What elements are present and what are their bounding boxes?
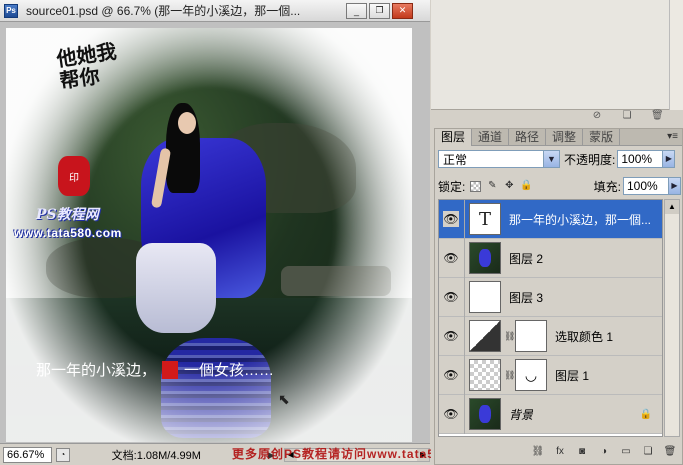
layer-row-background[interactable]: 👁 背景 🔒 bbox=[439, 394, 662, 434]
layer-row-selective-color[interactable]: 👁 ⛓ 选取颜色 1 bbox=[439, 316, 662, 356]
move-cursor-icon: ⬉ bbox=[278, 391, 290, 407]
caption-text: 那一年的小溪边， 一個女孩…… bbox=[36, 359, 274, 380]
eye-icon[interactable]: 👁 bbox=[443, 367, 459, 383]
red-seal: 印 bbox=[58, 156, 90, 196]
layer-name[interactable]: 图层 2 bbox=[509, 250, 543, 267]
lock-icon: 🔒 bbox=[639, 408, 652, 420]
layer-row-1[interactable]: 👁 ⛓ ◡ 图层 1 bbox=[439, 355, 662, 395]
text-layer-thumbnail: T bbox=[469, 203, 501, 235]
panel-menu-icon[interactable]: ▾≡ bbox=[667, 129, 682, 145]
layer-name[interactable]: 图层 3 bbox=[509, 289, 543, 306]
layers-panel: 图层 通道 路径 调整 蒙版 ▾≡ 正常 ▼ 不透明度: 100% ▶ 锁定: … bbox=[434, 128, 683, 465]
fill-slider-arrow-icon[interactable]: ▶ bbox=[669, 177, 681, 195]
layers-scrollbar[interactable]: ▲ bbox=[664, 199, 680, 437]
eye-icon[interactable]: 👁 bbox=[443, 289, 459, 305]
restore-button[interactable]: ❐ bbox=[369, 2, 390, 19]
blend-mode-select[interactable]: 正常 ▼ bbox=[438, 150, 560, 168]
status-info-icon[interactable]: ◔ bbox=[55, 447, 70, 462]
window-controls: _ ❐ ✕ bbox=[346, 2, 413, 19]
layer-mask-thumbnail[interactable]: ◡ bbox=[515, 359, 547, 391]
tab-layers[interactable]: 图层 bbox=[435, 129, 473, 146]
chevron-down-icon[interactable]: ▼ bbox=[543, 151, 559, 167]
eye-icon[interactable]: 👁 bbox=[443, 250, 459, 266]
layer-name[interactable]: 选取颜色 1 bbox=[555, 328, 613, 345]
trash-icon[interactable]: 🗑 bbox=[651, 110, 664, 122]
layer-row-3[interactable]: 👁 图层 3 bbox=[439, 277, 662, 317]
tab-channels[interactable]: 通道 bbox=[472, 129, 510, 146]
new-item-icon[interactable]: ❏ bbox=[621, 110, 633, 122]
tab-adjustments[interactable]: 调整 bbox=[546, 129, 584, 146]
layer-mask-thumbnail[interactable] bbox=[515, 320, 547, 352]
eye-icon[interactable]: 👁 bbox=[443, 211, 459, 227]
canvas-area[interactable]: 他她我帮你 印 PS教程网 www.tata580.com 那一年的小溪边， 一… bbox=[0, 22, 430, 443]
layer-thumbnail bbox=[469, 242, 501, 274]
document-image[interactable]: 他她我帮你 印 PS教程网 www.tata580.com 那一年的小溪边， 一… bbox=[6, 28, 412, 442]
layer-thumbnail bbox=[469, 398, 501, 430]
close-button[interactable]: ✕ bbox=[392, 2, 413, 19]
lock-transparent-icon[interactable] bbox=[470, 180, 482, 192]
eye-icon[interactable]: 👁 bbox=[443, 406, 459, 422]
blend-mode-value: 正常 bbox=[443, 152, 468, 167]
adjustment-icon[interactable]: ◑ bbox=[597, 445, 611, 459]
link-icon[interactable]: ⛓ bbox=[504, 331, 515, 342]
lock-label: 锁定: bbox=[438, 179, 466, 194]
link-icon[interactable]: ⛓ bbox=[504, 370, 515, 381]
logo-text: PS教程网 bbox=[36, 207, 99, 223]
document-window: Ps source01.psd @ 66.7% (那一年的小溪边，那一個... … bbox=[0, 0, 431, 465]
fx-icon[interactable]: fx bbox=[553, 445, 567, 459]
calligraphy-text: 他她我帮你 bbox=[55, 39, 118, 93]
panel-tabs: 图层 通道 路径 调整 蒙版 ▾≡ bbox=[435, 129, 682, 146]
zoom-field[interactable]: 66.67% bbox=[3, 446, 52, 463]
document-title: source01.psd @ 66.7% (那一年的小溪边，那一個... bbox=[26, 4, 301, 18]
logo-url: www.tata580.com bbox=[14, 226, 122, 240]
scroll-up-icon[interactable]: ▲ bbox=[665, 200, 679, 214]
layer-name[interactable]: 那一年的小溪边，那一個... bbox=[509, 211, 651, 228]
photoshop-icon: Ps bbox=[4, 3, 18, 18]
tab-masks[interactable]: 蒙版 bbox=[583, 129, 621, 146]
layer-row-2[interactable]: 👁 图层 2 bbox=[439, 238, 662, 278]
layer-name[interactable]: 图层 1 bbox=[555, 367, 589, 384]
clear-icon[interactable]: ⊘ bbox=[591, 110, 603, 122]
blend-row: 正常 ▼ 不透明度: 100% ▶ bbox=[438, 150, 676, 168]
upper-panel bbox=[431, 0, 683, 110]
caption-part1: 那一年的小溪边， bbox=[36, 362, 157, 379]
tab-paths[interactable]: 路径 bbox=[509, 129, 547, 146]
new-layer-icon[interactable]: ❏ bbox=[641, 445, 655, 459]
layer-thumbnail bbox=[469, 359, 501, 391]
fill-label: 填充: bbox=[593, 179, 621, 194]
layer-name[interactable]: 背景 bbox=[509, 406, 533, 423]
lock-position-icon[interactable]: ✥ bbox=[503, 180, 515, 192]
add-mask-icon[interactable]: ◙ bbox=[575, 445, 589, 459]
lock-row: 锁定: ✎ ✥ 🔒 填充: 100% ▶ bbox=[438, 177, 681, 195]
trash-icon[interactable]: 🗑 bbox=[663, 445, 677, 459]
layers-bottom-toolbar: ⛓ fx ◙ ◑ ▭ ❏ 🗑 bbox=[438, 443, 681, 461]
layer-row-text[interactable]: 👁 T 那一年的小溪边，那一個... bbox=[439, 200, 662, 239]
minimize-button[interactable]: _ bbox=[346, 2, 367, 19]
eye-icon[interactable]: 👁 bbox=[443, 328, 459, 344]
link-layers-icon[interactable]: ⛓ bbox=[531, 445, 545, 459]
upper-panel-buttons: ⊘ ❏ 🗑 bbox=[591, 110, 664, 122]
red-seal-mark bbox=[162, 360, 179, 379]
lock-pixels-icon[interactable]: ✎ bbox=[486, 180, 498, 192]
fill-field[interactable]: 100% bbox=[623, 177, 669, 195]
opacity-field[interactable]: 100% bbox=[617, 150, 664, 168]
layer-thumbnail bbox=[469, 281, 501, 313]
right-panel-dock: ⊘ ❏ 🗑 图层 通道 路径 调整 蒙版 ▾≡ 正常 ▼ 不透明度: 100% … bbox=[431, 0, 683, 465]
upper-panel-scrollbar[interactable] bbox=[669, 0, 683, 110]
caption-part2: 一個女孩…… bbox=[184, 362, 275, 379]
opacity-label: 不透明度: bbox=[564, 152, 616, 167]
lock-all-icon[interactable]: 🔒 bbox=[520, 180, 532, 192]
opacity-slider-arrow-icon[interactable]: ▶ bbox=[663, 150, 676, 168]
folder-icon[interactable]: ▭ bbox=[619, 445, 633, 459]
document-titlebar[interactable]: Ps source01.psd @ 66.7% (那一年的小溪边，那一個... … bbox=[0, 0, 430, 22]
layers-list: 👁 T 那一年的小溪边，那一個... 👁 图层 2 👁 图层 3 👁 ⛓ 选取颜… bbox=[438, 199, 663, 437]
adjustment-layer-icon bbox=[469, 320, 501, 352]
